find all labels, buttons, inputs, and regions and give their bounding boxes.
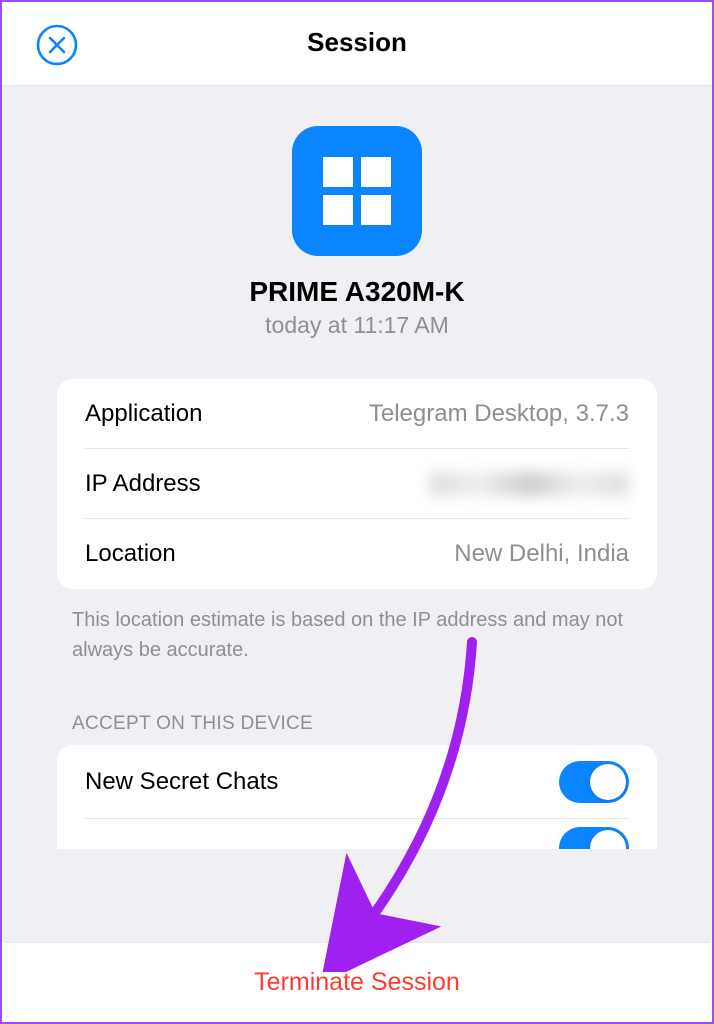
- secret-chats-toggle[interactable]: [559, 761, 629, 803]
- location-label: Location: [85, 540, 176, 568]
- accept-device-card: New Secret Chats: [57, 745, 657, 849]
- ip-address-value: [429, 472, 629, 496]
- location-row: Location New Delhi, India: [85, 519, 629, 589]
- header: Session: [2, 2, 712, 86]
- windows-icon: [292, 126, 422, 256]
- secret-chats-row: New Secret Chats: [85, 745, 629, 819]
- terminate-session-button[interactable]: Terminate Session: [254, 968, 460, 997]
- device-name: PRIME A320M-K: [2, 276, 712, 308]
- device-summary: PRIME A320M-K today at 11:17 AM: [2, 86, 712, 369]
- incoming-calls-toggle[interactable]: [559, 827, 629, 849]
- page-title: Session: [307, 27, 407, 58]
- close-icon: [36, 24, 78, 66]
- application-value: Telegram Desktop, 3.7.3: [369, 400, 629, 428]
- partial-row: [85, 819, 629, 849]
- ip-address-label: IP Address: [85, 470, 201, 498]
- accept-section-header: ACCEPT ON THIS DEVICE: [72, 713, 642, 735]
- location-disclaimer: This location estimate is based on the I…: [72, 605, 642, 665]
- close-button[interactable]: [36, 24, 78, 66]
- device-last-active: today at 11:17 AM: [2, 312, 712, 339]
- application-label: Application: [85, 400, 202, 428]
- content-area: PRIME A320M-K today at 11:17 AM Applicat…: [2, 86, 712, 942]
- secret-chats-label: New Secret Chats: [85, 768, 278, 796]
- footer: Terminate Session: [4, 942, 710, 1022]
- ip-address-row: IP Address: [85, 449, 629, 519]
- application-row: Application Telegram Desktop, 3.7.3: [85, 379, 629, 449]
- location-value: New Delhi, India: [454, 540, 629, 568]
- session-details-card: Application Telegram Desktop, 3.7.3 IP A…: [57, 379, 657, 589]
